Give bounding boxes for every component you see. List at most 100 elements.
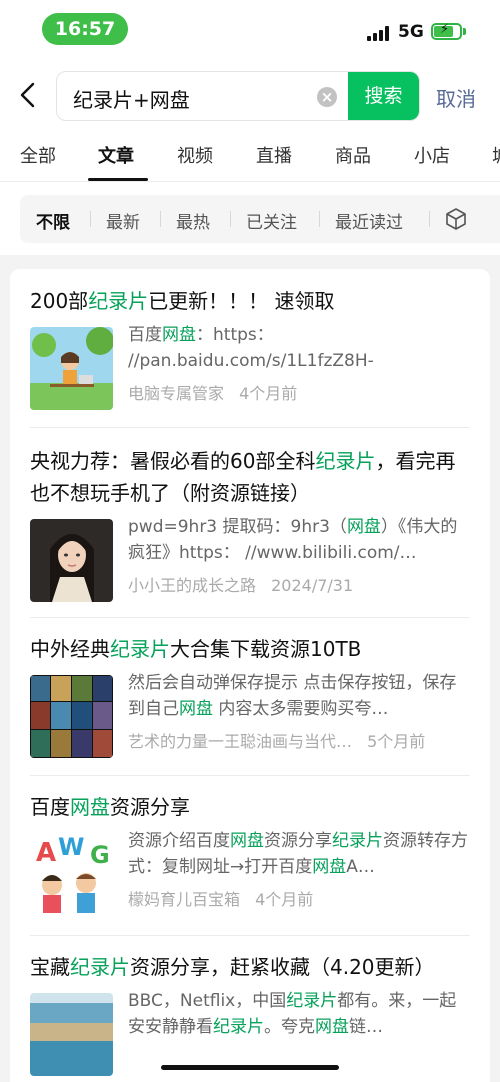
- highlighted-keyword: 网盘: [70, 795, 110, 819]
- filter-hottest[interactable]: 最热: [176, 208, 210, 233]
- highlighted-keyword: 纪录片: [70, 955, 130, 979]
- highlighted-keyword: 网盘: [162, 325, 196, 345]
- result-meta: 小小王的成长之路 2024/7/31: [128, 572, 363, 596]
- text-segment: 中外经典: [30, 637, 110, 661]
- highlighted-keyword: 纪录片: [88, 289, 149, 313]
- result-thumbnail: [30, 519, 113, 602]
- result-item[interactable]: 200部纪录片已更新！！！ 速领取 百度网盘：https： //pan.baid…: [30, 285, 470, 411]
- result-item[interactable]: 百度网盘资源分享 A W G 资源介绍百度网盘资源分享纪录片资源转存方式：复制网…: [30, 791, 470, 917]
- result-thumbnail: A W G: [30, 833, 113, 916]
- result-title: 宝藏纪录片资源分享，赶紧收藏（4.20更新）: [30, 951, 470, 983]
- results-list: 200部纪录片已更新！！！ 速领取 百度网盘：https： //pan.baid…: [10, 269, 490, 1082]
- tab-live[interactable]: 直播: [256, 142, 292, 168]
- home-indicator: [161, 1065, 339, 1070]
- filter-newest[interactable]: 最新: [106, 208, 140, 233]
- text-segment: 央视力荐：暑假必看的60部全科: [30, 449, 316, 473]
- svg-text:W: W: [58, 833, 84, 861]
- text-segment: 已更新！！！ 速领取: [148, 289, 335, 313]
- category-tabs: 全部 文章 视频 直播 商品 小店 城: [0, 138, 500, 182]
- tab-products[interactable]: 商品: [335, 142, 371, 168]
- result-time: 4个月前: [239, 384, 298, 403]
- filter-followed[interactable]: 已关注: [246, 208, 297, 233]
- divider: [319, 211, 320, 227]
- tab-videos[interactable]: 视频: [177, 142, 213, 168]
- chevron-left-icon: [20, 82, 35, 108]
- result-meta: 檬妈育儿百宝箱 4个月前: [128, 886, 323, 910]
- result-meta: 电脑专属管家 4个月前: [128, 380, 307, 404]
- text-segment: A…: [346, 857, 375, 877]
- result-thumbnail: [30, 675, 113, 758]
- signal-icon: [367, 25, 391, 41]
- divider: [230, 211, 231, 227]
- divider: [30, 617, 470, 618]
- filter-bar: 不限 最新 最热 已关注 最近读过: [20, 195, 500, 243]
- divider: [30, 775, 470, 776]
- text-segment: 百度: [30, 795, 70, 819]
- text-segment: 。夸克: [264, 1017, 315, 1037]
- active-tab-indicator: [88, 178, 148, 181]
- clear-icon[interactable]: ×: [317, 87, 337, 107]
- tab-shops[interactable]: 小店: [414, 142, 450, 168]
- result-source[interactable]: 檬妈育儿百宝箱: [128, 890, 240, 909]
- result-time: 5个月前: [367, 732, 426, 751]
- result-title: 200部纪录片已更新！！！ 速领取: [30, 285, 470, 317]
- highlighted-keyword: 网盘: [346, 517, 381, 537]
- filter-recently-read[interactable]: 最近读过: [335, 208, 403, 233]
- result-title: 百度网盘资源分享: [30, 791, 470, 823]
- divider: [30, 427, 470, 428]
- result-snippet: 百度网盘：https： //pan.baidu.com/s/1L1fzZ8H-p…: [128, 322, 470, 374]
- highlighted-keyword: 网盘: [312, 857, 347, 877]
- result-title: 中外经典纪录片大合集下载资源10TB: [30, 633, 470, 665]
- network-type: 5G: [398, 22, 424, 42]
- text-segment: 资源介绍百度: [128, 831, 230, 851]
- cancel-button[interactable]: 取消: [436, 83, 476, 112]
- result-item[interactable]: 宝藏纪录片资源分享，赶紧收藏（4.20更新） BBC，Netflix，中国纪录片…: [30, 951, 470, 1077]
- text-segment: BBC，Netflix，中国: [128, 991, 287, 1011]
- text-segment: 链…: [349, 1017, 383, 1037]
- search-row: 纪录片+网盘 × 搜索 取消: [0, 68, 500, 124]
- result-source[interactable]: 小小王的成长之路: [128, 576, 256, 595]
- result-source[interactable]: 电脑专属管家: [128, 384, 224, 403]
- svg-text:A: A: [36, 838, 56, 868]
- cube-icon[interactable]: [444, 207, 468, 231]
- filter-unlimited[interactable]: 不限: [36, 208, 70, 233]
- tab-all[interactable]: 全部: [20, 142, 56, 168]
- result-item[interactable]: 央视力荐：暑假必看的60部全科纪录片，看完再也不想玩手机了（附资源链接） pwd…: [30, 445, 470, 603]
- text-segment: 大合集下载资源10TB: [170, 637, 362, 661]
- result-snippet: 资源介绍百度网盘资源分享纪录片资源转存方式：复制网址→打开百度网盘A…: [128, 828, 470, 880]
- highlighted-keyword: 网盘: [179, 699, 213, 719]
- divider: [90, 211, 91, 227]
- divider: [30, 935, 470, 936]
- result-title: 央视力荐：暑假必看的60部全科纪录片，看完再也不想玩手机了（附资源链接）: [30, 445, 470, 509]
- search-query-text: 纪录片+网盘: [73, 88, 190, 112]
- result-time: 2024/7/31: [271, 576, 354, 595]
- text-segment: 资源分享: [264, 831, 332, 851]
- battery-icon: ⚡: [431, 22, 462, 40]
- highlighted-keyword: 网盘: [230, 831, 264, 851]
- filter-area: 不限 最新 最热 已关注 最近读过: [0, 183, 500, 255]
- result-time: 4个月前: [255, 890, 314, 909]
- tab-articles[interactable]: 文章: [98, 142, 134, 168]
- result-meta: 艺术的力量一王聪油画与当代… 5个月前: [128, 728, 435, 752]
- highlighted-keyword: 纪录片: [315, 449, 376, 473]
- tab-more[interactable]: 城: [492, 142, 500, 168]
- battery-tip: [463, 28, 466, 35]
- result-thumbnail: [30, 327, 113, 410]
- divider: [429, 211, 430, 227]
- search-input[interactable]: 纪录片+网盘 × 搜索: [56, 71, 420, 121]
- text-segment: 200部: [30, 289, 89, 313]
- highlighted-keyword: 纪录片: [110, 637, 170, 661]
- result-item[interactable]: 中外经典纪录片大合集下载资源10TB 然后会自动弹保存提示 点击保存按钮，保存到…: [30, 633, 470, 759]
- highlighted-keyword: 网盘: [315, 1017, 349, 1037]
- back-button[interactable]: [16, 80, 42, 110]
- text-segment: 资源分享: [110, 795, 190, 819]
- divider: [160, 211, 161, 227]
- result-source[interactable]: 艺术的力量一王聪油画与当代…: [128, 732, 352, 751]
- result-thumbnail: [30, 993, 113, 1076]
- result-snippet: pwd=9hr3 提取码：9hr3（网盘）《伟大的疯狂》https： //www…: [128, 514, 470, 566]
- text-segment: 百度: [128, 325, 162, 345]
- search-button[interactable]: 搜索: [348, 72, 419, 120]
- highlighted-keyword: 纪录片: [332, 831, 383, 851]
- highlighted-keyword: 纪录片: [213, 1017, 264, 1037]
- text-segment: 宝藏: [30, 955, 70, 979]
